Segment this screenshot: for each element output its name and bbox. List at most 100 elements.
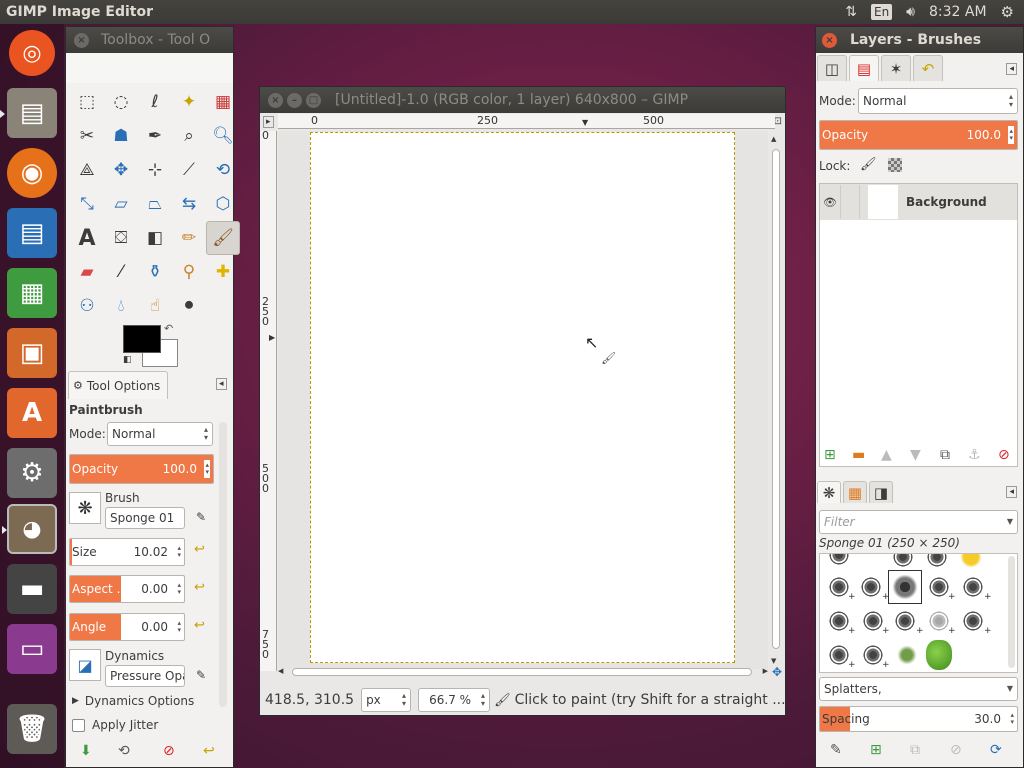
save-options-icon[interactable]: ⬇ [80,743,92,759]
toolbox-titlebar[interactable]: × Toolbox - Tool O [66,27,233,53]
zoom-icon[interactable]: 🔍︎ [206,119,240,153]
blend-icon[interactable]: ◧ [138,221,172,255]
patterns-tab-icon[interactable]: ▦ [843,481,867,503]
canvas-area[interactable]: ↖ 🖌︎ [278,131,768,669]
reset-aspect-icon[interactable]: ↩ [194,580,205,595]
image-canvas[interactable]: ↖ 🖌︎ [310,132,735,663]
brushes-tab-menu-icon[interactable]: ◂ [1006,486,1017,498]
gimp-icon[interactable]: ◕ [2,504,57,554]
scissors-icon[interactable]: ✂ [70,119,104,153]
delete-layer-icon[interactable]: ⊘ [998,447,1010,463]
ellipse-select-icon[interactable]: ◌ [104,85,138,119]
network-icon[interactable]: ⇅ [845,4,857,20]
files-icon[interactable]: ▤ [0,88,57,138]
crop-icon[interactable]: ⟋ [172,153,206,187]
paths-icon[interactable]: ✒ [138,119,172,153]
new-layer-icon[interactable]: ⊞ [824,447,836,463]
clone-icon[interactable]: ⚲ [172,255,206,289]
duplicate-layer-icon[interactable]: ⧉ [940,447,950,463]
select-by-color-icon[interactable]: ▦ [206,85,240,119]
layer-list[interactable]: 👁︎ Background [819,183,1018,467]
close-icon[interactable]: × [268,92,283,108]
rect-select-icon[interactable]: ⬚ [70,85,104,119]
align-icon[interactable]: ⊹ [138,153,172,187]
aspect-ratio-slider[interactable]: Aspect ... 0.00 ▴ ▾ [69,575,185,603]
gradients-tab-icon[interactable]: ◨ [869,481,893,503]
airbrush-icon[interactable]: ⁄ [104,255,138,289]
edit-brush-icon[interactable]: ✎ [830,742,842,758]
brush-preview[interactable]: ❋ [69,492,101,524]
brush-thumb[interactable] [922,554,952,572]
ubuntu-dash-icon[interactable]: ◎ [9,30,55,76]
keyboard-indicator[interactable]: En [870,4,893,20]
vertical-ruler[interactable]: 0 250 ▶ 500 750 [260,130,277,671]
dodge-burn-icon[interactable]: ⚫ [172,289,206,323]
ink-icon[interactable]: ⚱ [138,255,172,289]
raise-layer-icon[interactable]: ▲ [881,447,892,463]
smudge-icon[interactable]: ☝ [138,289,172,323]
volume-icon[interactable]: 🔊︎ [906,4,915,20]
foreground-color-swatch[interactable] [123,325,161,353]
color-picker-icon[interactable]: ⌕ [172,119,206,153]
default-colors-icon[interactable]: ◧ [123,355,132,365]
lock-alpha-icon[interactable] [888,158,902,172]
blur-icon[interactable]: 💧︎ [104,289,138,323]
perspective-clone-icon[interactable]: ⚇ [70,289,104,323]
minimize-icon[interactable]: – [287,92,302,108]
anchor-layer-icon[interactable]: ⚓︎ [968,447,981,463]
lower-layer-icon[interactable]: ▼ [910,447,921,463]
visibility-eye-icon[interactable]: 👁︎ [820,196,840,209]
pencil-icon[interactable]: ✏ [172,221,206,255]
restore-options-icon[interactable]: ⟲ [118,743,130,759]
image-titlebar[interactable]: × – □ [Untitled]-1.0 (RGB color, 1 layer… [260,87,785,113]
layers-tab-icon[interactable]: ◫ [817,55,847,81]
save-drive-icon[interactable]: ▬ [7,564,57,614]
brush-grid[interactable]: + + + + + + + + + + + [819,553,1018,673]
scale-icon[interactable]: ⤡ [70,187,104,221]
power-icon[interactable]: ⚙ [1001,3,1014,21]
vertical-scrollbar[interactable]: ▲ ▼ [771,135,781,665]
tab-menu-icon[interactable]: ◂ [216,378,227,390]
firefox-icon[interactable]: ◉ [7,148,57,198]
heal-icon[interactable]: ✚ [206,255,240,289]
layer-row-background[interactable]: 👁︎ Background [820,184,1017,220]
channels-tab-icon[interactable]: ▤ [849,55,879,81]
selected-brush[interactable] [888,570,922,604]
brush-tag-field[interactable]: Splatters, ▼ [819,677,1018,701]
dynamics-field[interactable]: Pressure Opa [105,665,185,687]
brush-name-field[interactable]: Sponge 01 [105,507,185,529]
brush-filter-field[interactable]: Filter ▼ [819,510,1018,534]
move-icon[interactable]: ✥ [104,153,138,187]
software-center-icon[interactable]: A [7,388,57,438]
close-icon[interactable]: × [74,32,89,48]
image-menu-icon[interactable]: ▸ [263,116,274,128]
brushes-tab-icon[interactable]: ❋ [817,481,841,503]
calc-icon[interactable]: ▦ [7,268,57,318]
flip-icon[interactable]: ⇆ [172,187,206,221]
angle-slider[interactable]: Angle 0.00 ▴ ▾ [69,613,185,641]
lock-pixels-icon[interactable]: 🖌︎ [860,157,877,172]
mode-select[interactable]: Normal ▴ ▾ [107,422,213,446]
pepper-brush[interactable] [926,640,952,670]
apply-jitter-checkbox[interactable]: Apply Jitter [72,718,158,732]
fuzzy-select-icon[interactable]: ✦ [172,85,206,119]
chain-toggle[interactable] [840,185,860,219]
undo-history-tab-icon[interactable]: ↶ [913,55,943,81]
brush-thumb[interactable] [824,554,854,570]
perspective-icon[interactable]: ⏢ [138,187,172,221]
reset-options-icon[interactable]: ↩ [203,743,215,759]
foreground-select-icon[interactable]: ☗ [104,119,138,153]
eraser-icon[interactable]: ▰ [70,255,104,289]
zoom-select[interactable]: 66.7 % ▴ ▾ [418,688,491,712]
opacity-slider[interactable]: Opacity 100.0 ▴ ▾ [69,454,214,484]
layers-titlebar[interactable]: × Layers - Brushes [816,27,1023,53]
tool-options-scrollbar[interactable] [219,422,227,707]
delete-options-icon[interactable]: ⊘ [163,743,175,759]
layer-mode-select[interactable]: Normal ▴ ▾ [858,88,1018,114]
cage-icon[interactable]: ⬡ [206,187,240,221]
dynamics-preview[interactable]: ◪ [69,649,101,681]
free-select-icon[interactable]: ℓ [138,85,172,119]
paths-tab-icon[interactable]: ✶ [881,55,911,81]
measure-icon[interactable]: ⟁ [70,153,104,187]
navigate-icon[interactable]: ✥ [772,665,782,679]
